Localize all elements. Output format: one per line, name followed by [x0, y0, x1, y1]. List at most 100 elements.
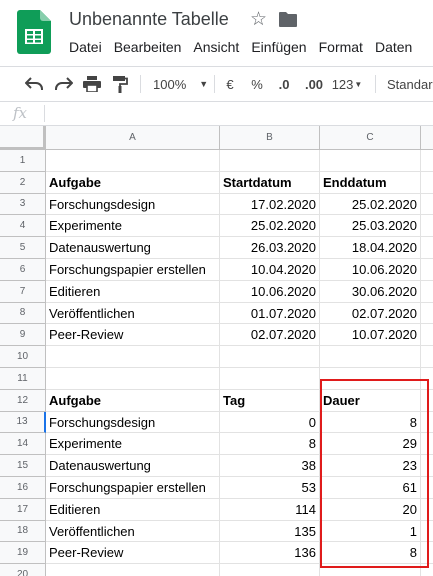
row-header[interactable]: 17	[0, 498, 46, 521]
cell-a8[interactable]: Veröffentlichen	[46, 302, 220, 325]
cell-b10[interactable]	[220, 346, 320, 368]
cell-d8[interactable]	[421, 303, 433, 325]
cell-b3[interactable]: 17.02.2020	[220, 193, 320, 216]
cell-c11[interactable]	[320, 368, 421, 390]
cell-d2[interactable]	[421, 172, 433, 194]
cell-c14[interactable]: 29	[320, 433, 421, 456]
row-header[interactable]: 18	[0, 520, 46, 543]
cell-c20[interactable]	[320, 564, 421, 576]
sheets-logo-icon[interactable]	[17, 10, 51, 54]
column-header-d[interactable]	[421, 126, 433, 150]
cell-b1[interactable]	[220, 150, 320, 172]
cell-c6[interactable]: 10.06.2020	[320, 259, 421, 281]
cell-b17[interactable]: 114	[220, 498, 320, 521]
currency-format-button[interactable]: €	[220, 67, 240, 101]
cell-c1[interactable]	[320, 150, 421, 172]
cell-a9[interactable]: Peer-Review	[46, 324, 220, 347]
font-select[interactable]: Standard	[381, 67, 433, 101]
cell-c3[interactable]: 25.02.2020	[320, 193, 421, 216]
cell-b8[interactable]: 01.07.2020	[220, 302, 320, 325]
more-formats-button[interactable]: 123 ▼	[330, 67, 364, 101]
row-header[interactable]: 7	[0, 280, 46, 303]
cell-b12[interactable]: Tag	[220, 389, 320, 412]
percent-format-button[interactable]: %	[247, 67, 267, 101]
cell-c10[interactable]	[320, 346, 421, 368]
cell-c19[interactable]: 8	[320, 542, 421, 565]
cell-a16[interactable]: Forschungspapier erstellen	[46, 477, 220, 499]
increase-decimal-button[interactable]: .00	[300, 67, 328, 101]
cell-c17[interactable]: 20	[320, 498, 421, 521]
cell-a19[interactable]: Peer-Review	[46, 542, 220, 565]
cell-c9[interactable]: 10.07.2020	[320, 324, 421, 347]
cell-b11[interactable]	[220, 368, 320, 390]
cell-d18[interactable]	[421, 521, 433, 543]
cell-d20[interactable]	[421, 564, 433, 576]
menu-bearbeiten[interactable]: Bearbeiten	[108, 38, 188, 56]
cell-c2[interactable]: Enddatum	[320, 171, 421, 194]
menu-format[interactable]: Format	[313, 38, 369, 56]
cell-c13[interactable]: 8	[320, 411, 421, 434]
column-header-c[interactable]: C	[320, 126, 421, 150]
cell-a2[interactable]: Aufgabe	[46, 171, 220, 194]
column-header-a[interactable]: A	[46, 126, 220, 150]
cell-c18[interactable]: 1	[320, 520, 421, 543]
cell-d6[interactable]	[421, 259, 433, 281]
cell-d7[interactable]	[421, 281, 433, 303]
cell-b20[interactable]	[220, 564, 320, 576]
row-header[interactable]: 6	[0, 259, 46, 281]
cell-c8[interactable]: 02.07.2020	[320, 302, 421, 325]
cell-d17[interactable]	[421, 499, 433, 521]
cell-b4[interactable]: 25.02.2020	[220, 215, 320, 238]
menu-ansicht[interactable]: Ansicht	[187, 38, 245, 56]
row-header[interactable]: 19	[0, 542, 46, 565]
cell-b14[interactable]: 8	[220, 433, 320, 456]
row-header[interactable]: 11	[0, 368, 46, 390]
cell-b7[interactable]: 10.06.2020	[220, 280, 320, 303]
cell-a13[interactable]: Forschungsdesign	[46, 411, 220, 434]
cell-c4[interactable]: 25.03.2020	[320, 215, 421, 238]
row-header[interactable]: 8	[0, 302, 46, 325]
cell-a17[interactable]: Editieren	[46, 498, 220, 521]
row-header[interactable]: 9	[0, 324, 46, 347]
cell-d14[interactable]	[421, 433, 433, 456]
document-title[interactable]: Unbenannte Tabelle	[69, 9, 229, 30]
cell-b19[interactable]: 136	[220, 542, 320, 565]
cell-a7[interactable]: Editieren	[46, 280, 220, 303]
row-header[interactable]: 16	[0, 477, 46, 499]
cell-a10[interactable]	[46, 346, 220, 368]
undo-icon[interactable]	[22, 67, 46, 101]
print-icon[interactable]	[80, 67, 104, 101]
cell-c12[interactable]: Dauer	[320, 389, 421, 412]
cell-d10[interactable]	[421, 346, 433, 368]
cell-a18[interactable]: Veröffentlichen	[46, 520, 220, 543]
cell-c16[interactable]: 61	[320, 477, 421, 499]
star-icon[interactable]: ☆	[250, 8, 267, 31]
row-header[interactable]: 2	[0, 171, 46, 194]
cell-d15[interactable]	[421, 455, 433, 477]
cell-b5[interactable]: 26.03.2020	[220, 237, 320, 259]
cell-d16[interactable]	[421, 477, 433, 499]
cell-b18[interactable]: 135	[220, 520, 320, 543]
row-header[interactable]: 20	[0, 564, 46, 576]
cell-a4[interactable]: Experimente	[46, 215, 220, 238]
cell-c7[interactable]: 30.06.2020	[320, 280, 421, 303]
row-header[interactable]: 14	[0, 433, 46, 456]
cell-a5[interactable]: Datenauswertung	[46, 237, 220, 259]
row-header[interactable]: 5	[0, 237, 46, 259]
cell-c5[interactable]: 18.04.2020	[320, 237, 421, 259]
cell-a3[interactable]: Forschungsdesign	[46, 193, 220, 216]
paint-format-icon[interactable]	[108, 67, 132, 101]
menu-daten[interactable]: Daten	[369, 38, 418, 56]
row-header[interactable]: 3	[0, 193, 46, 216]
cell-b9[interactable]: 02.07.2020	[220, 324, 320, 347]
cell-b15[interactable]: 38	[220, 455, 320, 477]
cell-d11[interactable]	[421, 368, 433, 390]
cell-a1[interactable]	[46, 150, 220, 172]
column-header-b[interactable]: B	[220, 126, 320, 150]
cell-d9[interactable]	[421, 324, 433, 347]
row-header[interactable]: 4	[0, 215, 46, 238]
decrease-decimal-button[interactable]: .0	[272, 67, 296, 101]
folder-icon[interactable]	[279, 12, 297, 27]
menu-datei[interactable]: Datei	[63, 38, 108, 56]
cell-b16[interactable]: 53	[220, 477, 320, 499]
